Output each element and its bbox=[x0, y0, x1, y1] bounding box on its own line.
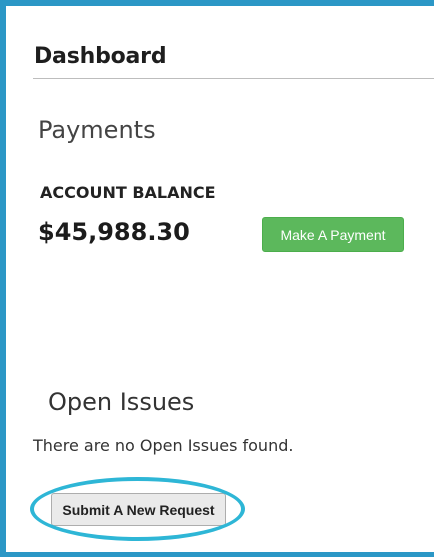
payments-heading: Payments bbox=[38, 116, 156, 144]
page-title: Dashboard bbox=[34, 44, 167, 69]
title-divider bbox=[33, 78, 434, 79]
submit-new-request-button[interactable]: Submit A New Request bbox=[51, 493, 226, 526]
open-issues-heading: Open Issues bbox=[48, 388, 195, 416]
account-balance-amount: $45,988.30 bbox=[38, 218, 190, 246]
account-balance-label: ACCOUNT BALANCE bbox=[40, 183, 216, 202]
dashboard-panel: Dashboard Payments ACCOUNT BALANCE $45,9… bbox=[0, 0, 434, 557]
no-issues-message: There are no Open Issues found. bbox=[33, 436, 294, 455]
make-payment-button[interactable]: Make A Payment bbox=[262, 217, 404, 252]
